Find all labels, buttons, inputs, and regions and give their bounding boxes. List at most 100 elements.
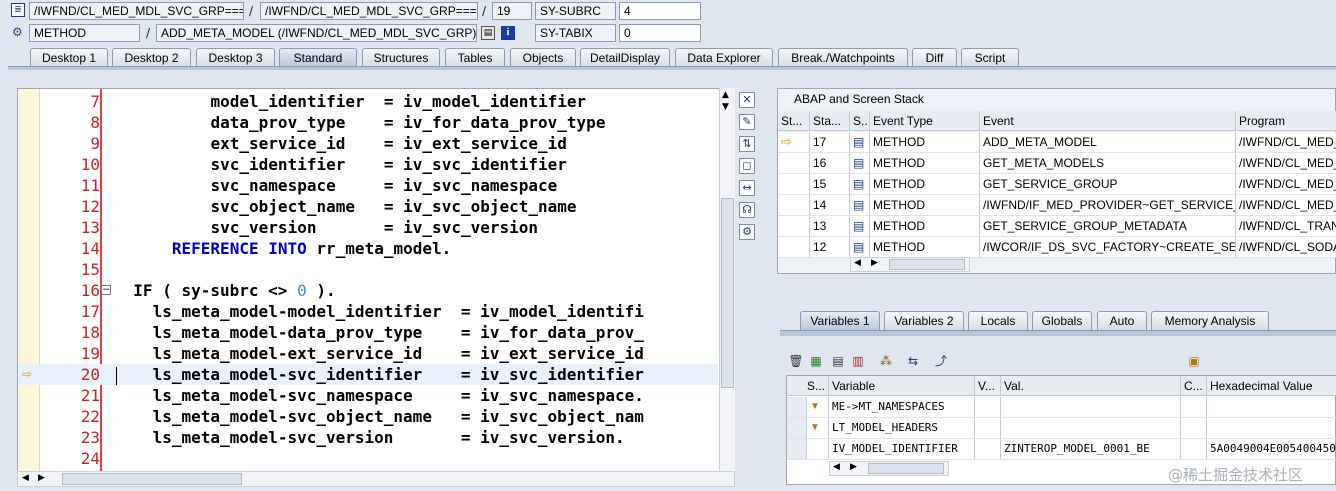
code-line[interactable]: 18 ls_meta_model-data_prov_type = iv_for_… [18,322,718,343]
scroll-thumb[interactable] [721,198,734,388]
col-s[interactable]: S.. [850,111,870,130]
tab-auto[interactable]: Auto [1097,311,1147,331]
collapse-toggle-icon[interactable]: − [101,285,111,295]
scroll-left-icon[interactable]: ◀ [833,462,840,472]
code-line[interactable]: 17 ls_meta_model-model_identifier = iv_mo… [18,301,718,322]
stack-row[interactable]: 14 ▤ METHOD/IWFND/IF_MED_PROVIDER~GET_SERV… [778,195,1336,216]
editor-vertical-scrollbar[interactable]: ▲ ▼ [719,88,735,472]
tab-desktop-2[interactable]: Desktop 2 [112,48,191,67]
save-icon[interactable]: ▣ [1186,353,1202,369]
scroll-down-icon[interactable]: ▼ [722,102,729,112]
stack-row[interactable]: ⇨ 17 ▤ METHOD ADD_META_MODEL/IWFND/CL_MED_ [778,132,1336,153]
code-line[interactable]: 22 ls_meta_model-svc_object_name = iv_svc… [18,406,718,427]
col-status[interactable]: St... [778,111,810,130]
code-line[interactable]: 23 ls_meta_model-svc_version = iv_svc_ver… [18,427,718,448]
detail-icon[interactable]: ▦ [808,353,824,369]
col-v[interactable]: V... [975,376,1001,395]
stack-horizontal-scrollbar[interactable]: ◀ ▶ [850,257,970,272]
display-source-icon[interactable]: ▤ [481,26,495,40]
tab-variables-1[interactable]: Variables 1 [800,311,880,331]
code-line[interactable]: 12 svc_object_name = iv_svc_object_name [18,196,718,217]
editor-horizontal-scrollbar[interactable]: ◀ ▶ [17,471,735,487]
code-line[interactable]: 21 ls_meta_model-svc_namespace = iv_svc_n… [18,385,718,406]
tab-variables-2[interactable]: Variables 2 [884,311,964,331]
export-icon[interactable]: ⤴ [933,353,949,369]
event-field[interactable]: ADD_META_MODEL (/IWFND/CL_MED_MDL_SVC_GR… [156,24,477,42]
remove-icon[interactable]: ▥ [850,353,866,369]
code-line[interactable]: 10 svc_identifier = iv_svc_identifier [18,154,718,175]
tab-standard[interactable]: Standard [279,48,357,67]
info-icon[interactable]: i [501,26,515,40]
h-scroll-thumb[interactable] [62,473,242,485]
swap-tool-icon[interactable]: ⇅ [739,136,755,152]
code-line[interactable]: 15 [18,259,718,280]
col-event-type[interactable]: Event Type [870,111,980,130]
variable-row[interactable]: IV_MODEL_IDENTIFIER ZINTEROP_MODEL_0001_B… [787,439,1336,460]
code-line[interactable]: 9 ext_service_id = iv_ext_service_id [18,133,718,154]
col-value[interactable]: Val. [1001,376,1181,395]
tab-desktop-3[interactable]: Desktop 3 [196,48,275,67]
hierarchy-icon[interactable]: ⁂ [878,353,894,369]
stack-row[interactable]: 13 ▤ METHOD GET_SERVICE_GROUP_METADATA/IWFN… [778,216,1336,237]
scroll-left-icon[interactable]: ◀ [854,258,861,268]
col-variable[interactable]: Variable [829,376,975,395]
services-icon[interactable]: ☊ [739,202,755,218]
change-icon[interactable]: ▤ [830,353,846,369]
tab-objects[interactable]: Objects [510,48,576,67]
tab-memory-analysis[interactable]: Memory Analysis [1151,311,1269,331]
sy-tabix-value[interactable]: 0 [619,24,701,42]
col-var-status[interactable]: S... [787,376,829,395]
scroll-left-icon[interactable]: ◀ [22,473,29,483]
h-scroll-thumb[interactable] [868,463,944,474]
tab-script[interactable]: Script [961,48,1019,67]
scroll-right-icon[interactable]: ▶ [871,258,878,268]
include-program-field[interactable]: /IWFND/CL_MED_MDL_SVC_GRP====... [260,2,478,20]
col-hex-value[interactable]: Hexadecimal Value [1207,376,1336,395]
code-line[interactable]: 7 model_identifier = iv_model_identifier [18,91,718,112]
tab-detail-display[interactable]: DetailDisplay [580,48,670,67]
event-type-field[interactable]: METHOD [29,24,140,42]
tab-break-watchpoints[interactable]: Break./Watchpoints [778,48,908,67]
variables-horizontal-scrollbar[interactable]: ◀ ▶ [829,461,949,476]
sy-subrc-value[interactable]: 4 [619,2,701,20]
code-line[interactable]: 14 REFERENCE INTO rr_meta_model. [18,238,718,259]
scroll-right-icon[interactable]: ▶ [850,462,857,472]
code-line[interactable]: 16 IF ( sy-subrc <> 0 ). [18,280,718,301]
tab-globals[interactable]: Globals [1032,311,1092,331]
settings-icon[interactable]: ⚙ [739,224,755,240]
stack-row[interactable]: 12 ▤ METHOD/IWCOR/IF_DS_SVC_FACTORY~CREATE… [778,237,1336,258]
new-tool-icon[interactable]: ✎ [739,114,755,130]
tab-structures[interactable]: Structures [362,48,440,67]
col-event[interactable]: Event [980,111,1236,130]
tab-tables[interactable]: Tables [445,48,505,67]
code-line[interactable]: 8 data_prov_type = iv_for_data_prov_type [18,112,718,133]
variable-row[interactable]: ▼ ME->MT_NAMESPACES [787,397,1336,418]
source-code-editor[interactable]: 7 model_identifier = iv_model_identifier 8… [17,88,735,472]
close-icon[interactable]: ✕ [739,92,755,108]
navigate-icon[interactable]: ⇆ [905,353,921,369]
main-program-field[interactable]: /IWFND/CL_MED_MDL_SVC_GRP====... [29,2,244,20]
line-number: 24 [80,449,100,468]
code-line[interactable]: 13 svc_version = iv_svc_version [18,217,718,238]
col-stack-level[interactable]: Sta... [810,111,850,130]
h-scroll-thumb[interactable] [889,259,965,270]
code-line[interactable]: 20 ls_meta_model-svc_identifier = iv_svc_… [18,364,718,385]
code-line[interactable]: 19 ls_meta_model-ext_service_id = iv_ext_… [18,343,718,364]
tab-desktop-1[interactable]: Desktop 1 [30,48,108,67]
line-number-field[interactable]: 19 [492,2,532,20]
scroll-right-icon[interactable]: ▶ [38,473,45,483]
delete-icon[interactable]: 🗑 [788,353,804,369]
scroll-up-icon[interactable]: ▲ [722,90,729,100]
code-line[interactable]: 24 [18,448,718,469]
stack-row[interactable]: 16 ▤ METHOD GET_META_MODELS/IWFND/CL_MED_ [778,153,1336,174]
tab-locals[interactable]: Locals [968,311,1028,331]
tab-data-explorer[interactable]: Data Explorer [675,48,773,67]
col-c[interactable]: C... [1181,376,1207,395]
col-program[interactable]: Program [1236,111,1336,130]
resize-icon[interactable]: ↔ [739,180,755,196]
variable-row[interactable]: ▼ LT_MODEL_HEADERS [787,418,1336,439]
tab-diff[interactable]: Diff [912,48,957,67]
maximize-icon[interactable]: ◻ [739,158,755,174]
code-line[interactable]: 11 svc_namespace = iv_svc_namespace [18,175,718,196]
stack-row[interactable]: 15 ▤ METHOD GET_SERVICE_GROUP/IWFND/CL_MED_ [778,174,1336,195]
